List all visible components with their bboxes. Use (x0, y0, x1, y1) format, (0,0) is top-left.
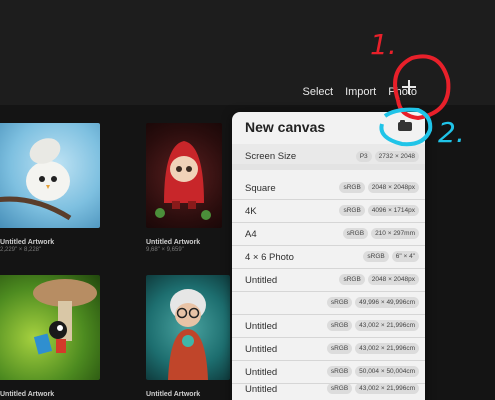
artwork-title: Untitled Artwork (146, 391, 201, 398)
dimensions-tag: 4096 × 1714px (367, 205, 419, 216)
dimensions-tag: 2048 × 2048px (367, 274, 419, 285)
preset-name: Square (245, 183, 276, 194)
dimensions-tag: 2732 × 2048 (374, 151, 419, 162)
preset-name: A4 (245, 229, 257, 240)
canvas-preset-row[interactable]: 4K sRGB 4096 × 1714px (232, 200, 425, 223)
artwork-title: Untitled Artwork (0, 239, 55, 246)
preset-name: 4K (245, 206, 257, 217)
bird-artwork-image (0, 138, 72, 221)
preset-name: Untitled (245, 321, 278, 332)
color-profile-tag: sRGB (342, 228, 369, 239)
preset-name: Screen Size (245, 151, 297, 162)
new-custom-canvas-icon[interactable] (398, 120, 412, 131)
color-profile-tag: sRGB (326, 343, 353, 354)
color-profile-tag: sRGB (339, 205, 365, 216)
hoodie-artwork-image (155, 141, 211, 220)
canvas-preset-row[interactable]: A4 sRGB 210 × 297mm (232, 223, 425, 246)
artwork-thumbnail-granny[interactable] (146, 275, 230, 380)
color-profile-tag: sRGB (339, 274, 365, 285)
canvas-preset-row[interactable]: 4 × 6 Photo sRGB 6" × 4" (232, 246, 425, 269)
canvas-preset-row[interactable]: Untitled sRGB 2048 × 2048px (232, 269, 425, 292)
top-bar: Select Import Photo (0, 0, 495, 105)
canvas-preset-row[interactable]: Untitled sRGB 43,002 × 21,996cm (232, 338, 425, 361)
mushroom-artwork-image (33, 279, 97, 355)
preset-name: Untitled (245, 344, 278, 355)
canvas-preset-row[interactable]: Untitled sRGB 43,002 × 21,996cm (232, 378, 425, 400)
canvas-preset-row[interactable]: Untitled sRGB 43,002 × 21,996cm (232, 315, 425, 338)
dimensions-tag: 43,002 × 21,996cm (355, 320, 419, 331)
color-profile-tag: sRGB (326, 297, 353, 308)
dimensions-tag: 43,002 × 21,996cm (355, 343, 419, 354)
new-canvas-plus-icon[interactable] (401, 79, 417, 95)
artwork-thumbnail-hoodie[interactable] (146, 123, 222, 228)
artwork-thumbnail-bird[interactable] (0, 123, 100, 228)
canvas-preset-row[interactable]: sRGB 49,996 × 49,996cm (232, 292, 425, 315)
color-profile-tag: sRGB (363, 251, 389, 262)
artwork-thumbnail-mushroom[interactable] (0, 275, 100, 380)
color-profile-tag: sRGB (326, 320, 353, 331)
dimensions-tag: 6" × 4" (391, 251, 419, 262)
artwork-size: 9,68" × 9,659" (146, 247, 184, 253)
dimensions-tag: 50,004 × 50,004cm (355, 366, 419, 377)
new-canvas-panel: New canvas Screen Size P3 2732 × 2048 Sq… (232, 112, 425, 400)
preset-name: 4 × 6 Photo (245, 252, 294, 263)
granny-artwork-image (168, 289, 208, 380)
artwork-title: Untitled Artwork (146, 239, 201, 246)
canvas-preset-row[interactable]: Square sRGB 2048 × 2048px (232, 177, 425, 200)
dimensions-tag: 210 × 297mm (371, 228, 419, 239)
artwork-size: 2,229" × 8,228" (0, 247, 42, 253)
select-button[interactable]: Select (302, 86, 333, 98)
dimensions-tag: 2048 × 2048px (367, 182, 419, 193)
color-profile-tag: P3 (355, 151, 372, 162)
dimensions-tag: 43,002 × 21,996cm (355, 383, 419, 394)
color-profile-tag: sRGB (339, 182, 365, 193)
preset-name: Untitled (245, 275, 278, 286)
canvas-preset-screen-size[interactable]: Screen Size P3 2732 × 2048 (232, 144, 425, 170)
dimensions-tag: 49,996 × 49,996cm (355, 297, 419, 308)
panel-title: New canvas (245, 119, 326, 135)
import-button[interactable]: Import (345, 86, 376, 98)
preset-name: Untitled (245, 367, 278, 378)
color-profile-tag: sRGB (326, 366, 353, 377)
artwork-title: Untitled Artwork (0, 391, 55, 398)
top-actions: Select Import Photo (290, 86, 417, 98)
preset-name: Untitled (245, 384, 278, 395)
color-profile-tag: sRGB (326, 383, 353, 394)
